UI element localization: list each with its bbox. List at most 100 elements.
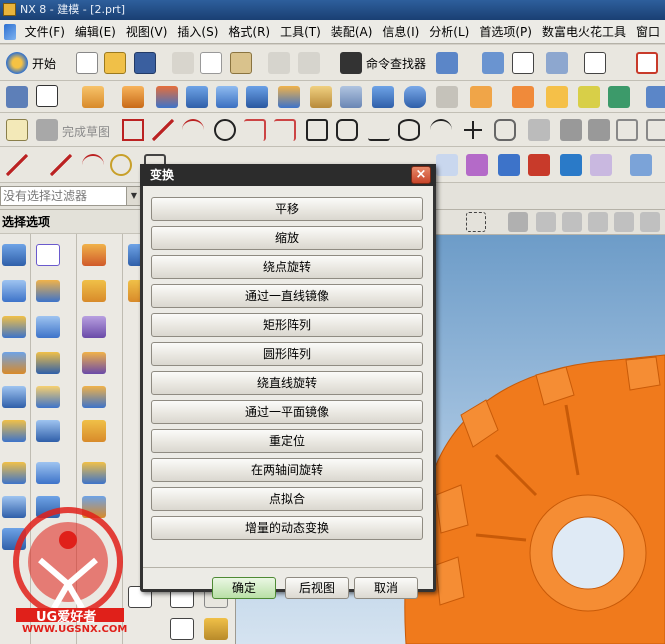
close-icon[interactable]: × — [411, 166, 431, 184]
redo-icon[interactable] — [298, 52, 320, 74]
surface-icon[interactable] — [36, 316, 60, 338]
ok-button[interactable]: 确定 — [212, 577, 276, 599]
surface-icon[interactable] — [36, 462, 60, 484]
surface-icon[interactable] — [2, 420, 26, 442]
cylinder-icon[interactable] — [404, 86, 426, 108]
incremental-dynamics-button[interactable]: 增量的动态变换 — [151, 516, 423, 540]
menu-tools[interactable]: 工具(T) — [275, 20, 326, 44]
cut-icon[interactable] — [172, 52, 194, 74]
pad-icon[interactable] — [278, 86, 300, 108]
scale-button[interactable]: 缩放 — [151, 226, 423, 250]
menu-format[interactable]: 格式(R) — [223, 20, 275, 44]
point-sketch-icon[interactable] — [462, 119, 484, 141]
rotate-between-axes-button[interactable]: 在两轴间旋转 — [151, 458, 423, 482]
center-point-icon[interactable] — [640, 212, 660, 232]
profile-icon[interactable] — [122, 119, 144, 141]
surface-icon[interactable] — [36, 386, 60, 408]
surface-icon[interactable] — [82, 352, 106, 374]
type-filter-select[interactable]: 没有选择过滤器 ▼ — [0, 186, 142, 206]
boss-icon[interactable] — [216, 86, 238, 108]
cube-icon[interactable] — [372, 86, 394, 108]
chevron-down-icon[interactable]: ▼ — [126, 187, 141, 205]
snap-point-icon[interactable] — [508, 212, 528, 232]
finish-sketch-button[interactable]: 完成草图 — [62, 123, 110, 140]
menu-file[interactable]: 文件(F) — [20, 20, 70, 44]
end-point-icon[interactable] — [536, 212, 556, 232]
surface-icon[interactable] — [2, 352, 26, 374]
rectangular-array-button[interactable]: 矩形阵列 — [151, 313, 423, 337]
new-file-icon[interactable] — [76, 52, 98, 74]
mid-point-icon[interactable] — [562, 212, 582, 232]
thread-icon[interactable] — [436, 86, 458, 108]
surface-icon[interactable] — [204, 618, 228, 640]
circle-icon[interactable] — [214, 119, 236, 141]
menu-analysis[interactable]: 分析(L) — [424, 20, 474, 44]
pattern-feature-icon[interactable] — [470, 86, 492, 108]
back-button[interactable]: 后视图 — [285, 577, 349, 599]
control-point-icon[interactable] — [588, 212, 608, 232]
projection-icon[interactable] — [436, 154, 458, 176]
unite-icon[interactable] — [512, 86, 534, 108]
translate-button[interactable]: 平移 — [151, 197, 423, 221]
surface-icon[interactable] — [82, 280, 106, 302]
helix-icon[interactable] — [110, 154, 132, 176]
join-curve-icon[interactable] — [528, 154, 550, 176]
dimension-icon[interactable] — [646, 119, 665, 141]
start-button[interactable]: 开始 — [32, 55, 56, 72]
offset-face-curve-icon[interactable] — [590, 154, 612, 176]
open-folder-icon[interactable] — [104, 52, 126, 74]
undo-icon[interactable] — [268, 52, 290, 74]
extract-curve-icon[interactable] — [560, 154, 582, 176]
offset-face-icon[interactable] — [340, 86, 362, 108]
menu-info[interactable]: 信息(I) — [377, 20, 424, 44]
surface-icon[interactable] — [2, 280, 26, 302]
menu-view[interactable]: 视图(V) — [121, 20, 173, 44]
pocket-icon[interactable] — [246, 86, 268, 108]
block-icon[interactable] — [186, 86, 208, 108]
rotate-about-line-button[interactable]: 绕直线旋转 — [151, 371, 423, 395]
surface-icon[interactable] — [2, 316, 26, 338]
menu-assembly[interactable]: 装配(A) — [326, 20, 378, 44]
wrap-icon[interactable] — [630, 154, 652, 176]
surface-icon[interactable] — [2, 244, 26, 266]
info-icon[interactable] — [584, 52, 606, 74]
menu-preferences[interactable]: 首选项(P) — [474, 20, 537, 44]
surface-icon[interactable] — [82, 244, 106, 266]
chamfer-icon[interactable] — [546, 86, 568, 108]
start-icon[interactable] — [6, 52, 28, 74]
arc-icon[interactable] — [182, 119, 204, 141]
constraint-icon[interactable] — [616, 119, 638, 141]
copy-icon[interactable] — [200, 52, 222, 74]
bridge-curve-icon[interactable] — [498, 154, 520, 176]
surface-icon[interactable] — [82, 462, 106, 484]
surface-icon[interactable] — [36, 280, 60, 302]
components-icon[interactable] — [546, 52, 568, 74]
chamfer-sketch-icon[interactable] — [274, 119, 296, 141]
rotate-about-point-button[interactable]: 绕点旋转 — [151, 255, 423, 279]
basic-line-icon[interactable] — [6, 154, 28, 176]
polygon-icon[interactable] — [336, 119, 358, 141]
ellipse-icon[interactable] — [398, 119, 420, 141]
menu-edm-tools[interactable]: 数富电火花工具 — [537, 20, 631, 44]
conic-icon[interactable] — [430, 119, 452, 141]
cancel-button[interactable]: 取消 — [354, 577, 418, 599]
surface-icon[interactable] — [82, 386, 106, 408]
binoculars-icon[interactable] — [340, 52, 362, 74]
mirror-through-line-button[interactable]: 通过一直线镜像 — [151, 284, 423, 308]
datum-csys-icon[interactable] — [578, 86, 600, 108]
line-icon[interactable] — [152, 119, 174, 141]
curve-icon[interactable] — [646, 86, 665, 108]
sketch-icon[interactable] — [6, 119, 28, 141]
sketch-rect-icon[interactable] — [36, 85, 58, 107]
circular-array-button[interactable]: 圆形阵列 — [151, 342, 423, 366]
paste-icon[interactable] — [230, 52, 252, 74]
grid-icon[interactable] — [6, 86, 28, 108]
surface-icon[interactable] — [36, 420, 60, 442]
layer-icon[interactable] — [512, 52, 534, 74]
menu-insert[interactable]: 插入(S) — [172, 20, 223, 44]
nx-logo-icon[interactable] — [4, 23, 16, 40]
pattern-curve-icon[interactable] — [528, 119, 550, 141]
menu-edit[interactable]: 编辑(E) — [70, 20, 121, 44]
surface-icon[interactable] — [170, 618, 194, 640]
surface-icon[interactable] — [2, 386, 26, 408]
